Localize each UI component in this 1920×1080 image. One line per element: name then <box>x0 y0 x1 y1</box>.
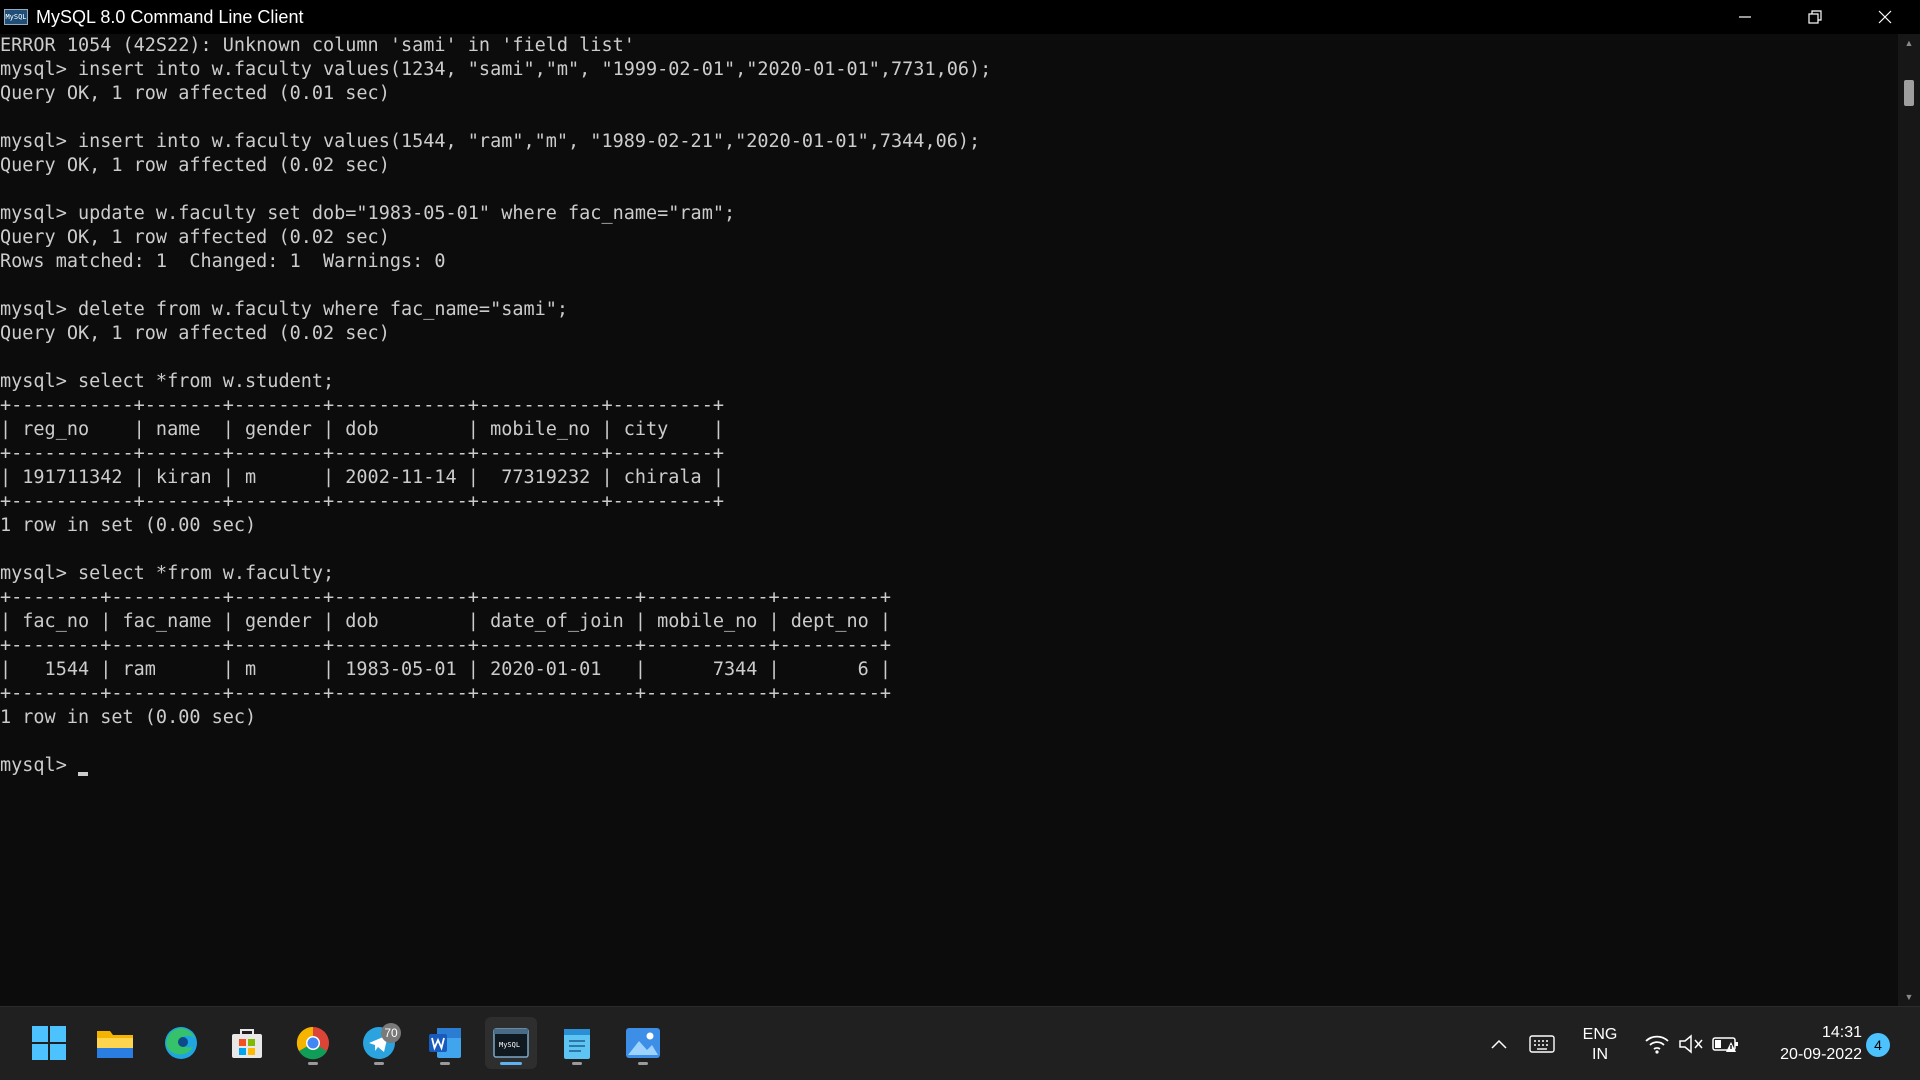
console-line: mysql> insert into w.faculty values(1234… <box>0 59 992 80</box>
console-line: | 191711342 | kiran | m | 2002-11-14 | 7… <box>0 467 724 488</box>
store-icon <box>232 1029 262 1058</box>
telegram-unread-badge: 70 <box>381 1023 401 1043</box>
console-line: Query OK, 1 row affected (0.02 sec) <box>0 227 390 248</box>
running-indicator <box>572 1062 582 1065</box>
console-line: 1 row in set (0.00 sec) <box>0 515 257 536</box>
mysql-client-app[interactable]: MySQL <box>485 1017 537 1069</box>
console-line: mysql> select *from w.faculty; <box>0 563 335 584</box>
volume-button[interactable] <box>1674 1029 1708 1059</box>
window-title: MySQL 8.0 Command Line Client <box>36 6 304 27</box>
network-button[interactable] <box>1640 1029 1674 1059</box>
console-line: +-----------+-------+--------+----------… <box>0 395 724 416</box>
console-line: 1 row in set (0.00 sec) <box>0 707 257 728</box>
edge-icon <box>165 1027 197 1059</box>
running-indicator <box>638 1062 648 1065</box>
console-line: Query OK, 1 row affected (0.02 sec) <box>0 155 390 176</box>
console-prompt-line[interactable]: mysql> <box>0 754 1898 778</box>
mysql-app-icon[interactable]: MySQL <box>4 9 28 25</box>
language-code: ENG <box>1582 1026 1618 1043</box>
active-indicator <box>500 1062 522 1065</box>
console-line: +--------+----------+--------+----------… <box>0 587 892 608</box>
console-lines: ERROR 1054 (42S22): Unknown column 'sami… <box>0 34 1898 754</box>
battery-warning-icon <box>1712 1037 1738 1052</box>
console-line: Query OK, 1 row affected (0.02 sec) <box>0 323 390 344</box>
touch-keyboard-button[interactable] <box>1525 1029 1559 1059</box>
close-icon <box>1878 10 1892 24</box>
console-line: mysql> insert into w.faculty values(1544… <box>0 131 981 152</box>
text-cursor <box>77 772 88 776</box>
photos-icon <box>626 1028 660 1058</box>
running-indicator <box>374 1062 384 1065</box>
app-icon-label: MySQL <box>5 13 27 21</box>
minimize-button[interactable] <box>1710 0 1780 34</box>
word-app[interactable] <box>419 1017 471 1069</box>
console-line: +-----------+-------+--------+----------… <box>0 491 724 512</box>
close-button[interactable] <box>1850 0 1920 34</box>
wifi-icon <box>1645 1035 1669 1054</box>
chrome-icon <box>296 1026 329 1060</box>
running-indicator <box>440 1062 450 1065</box>
console-line: | reg_no | name | gender | dob | mobile_… <box>0 419 724 440</box>
vertical-scrollbar[interactable]: ▲ ▼ <box>1898 34 1920 1006</box>
folder-icon <box>97 1031 133 1058</box>
telegram-app[interactable]: 70 <box>353 1017 405 1069</box>
input-language-indicator[interactable]: ENG IN <box>1570 1023 1630 1067</box>
file-explorer-app[interactable] <box>89 1017 141 1069</box>
console-line: +--------+----------+--------+----------… <box>0 635 892 656</box>
console-line: mysql> delete from w.faculty where fac_n… <box>0 299 569 320</box>
scroll-up-arrow-icon[interactable]: ▲ <box>1898 34 1920 52</box>
terminal-icon: MySQL <box>493 1028 529 1058</box>
console-line: mysql> update w.faculty set dob="1983-05… <box>0 203 736 224</box>
console-line: Rows matched: 1 Changed: 1 Warnings: 0 <box>0 251 446 272</box>
running-indicator <box>308 1062 318 1065</box>
scroll-thumb[interactable] <box>1904 80 1914 106</box>
restore-button[interactable] <box>1780 0 1850 34</box>
windows-logo-icon <box>32 1026 66 1060</box>
svg-text:MySQL: MySQL <box>499 1041 520 1049</box>
edge-app[interactable] <box>155 1017 207 1069</box>
show-hidden-icons-button[interactable] <box>1484 1029 1514 1059</box>
notepad-app[interactable] <box>551 1017 603 1069</box>
prompt-text: mysql> <box>0 755 78 776</box>
scroll-down-arrow-icon[interactable]: ▼ <box>1898 988 1920 1006</box>
console-line: +--------+----------+--------+----------… <box>0 683 892 704</box>
clock[interactable]: 14:31 20-09-2022 <box>1752 1022 1862 1066</box>
minimize-icon <box>1739 16 1751 18</box>
console-line: mysql> select *from w.student; <box>0 371 335 392</box>
chevron-up-icon <box>1491 1039 1507 1049</box>
restore-icon <box>1808 10 1822 24</box>
console-line: +-----------+-------+--------+----------… <box>0 443 724 464</box>
notification-count-badge[interactable]: 4 <box>1866 1033 1890 1057</box>
chrome-app[interactable] <box>287 1017 339 1069</box>
store-app[interactable] <box>221 1017 273 1069</box>
volume-muted-icon <box>1679 1034 1703 1054</box>
region-code: IN <box>1592 1046 1608 1063</box>
word-icon <box>429 1028 461 1058</box>
start-button[interactable] <box>23 1017 75 1069</box>
console-line: | 1544 | ram | m | 1983-05-01 | 2020-01-… <box>0 659 892 680</box>
console-line: Query OK, 1 row affected (0.01 sec) <box>0 83 390 104</box>
keyboard-icon <box>1529 1035 1555 1053</box>
clock-date: 20-09-2022 <box>1780 1046 1862 1063</box>
photos-app[interactable] <box>617 1017 669 1069</box>
console-line: ERROR 1054 (42S22): Unknown column 'sami… <box>0 35 635 56</box>
notepad-icon <box>564 1029 590 1059</box>
battery-button[interactable] <box>1709 1029 1743 1059</box>
title-bar: MySQL MySQL 8.0 Command Line Client <box>0 0 1920 34</box>
console-output[interactable]: ERROR 1054 (42S22): Unknown column 'sami… <box>0 34 1898 1006</box>
clock-time: 14:31 <box>1821 1024 1862 1041</box>
taskbar: 70 MySQL ENG IN 14:31 20-09-2022 4 <box>0 1006 1920 1080</box>
console-line: | fac_no | fac_name | gender | dob | dat… <box>0 611 892 632</box>
